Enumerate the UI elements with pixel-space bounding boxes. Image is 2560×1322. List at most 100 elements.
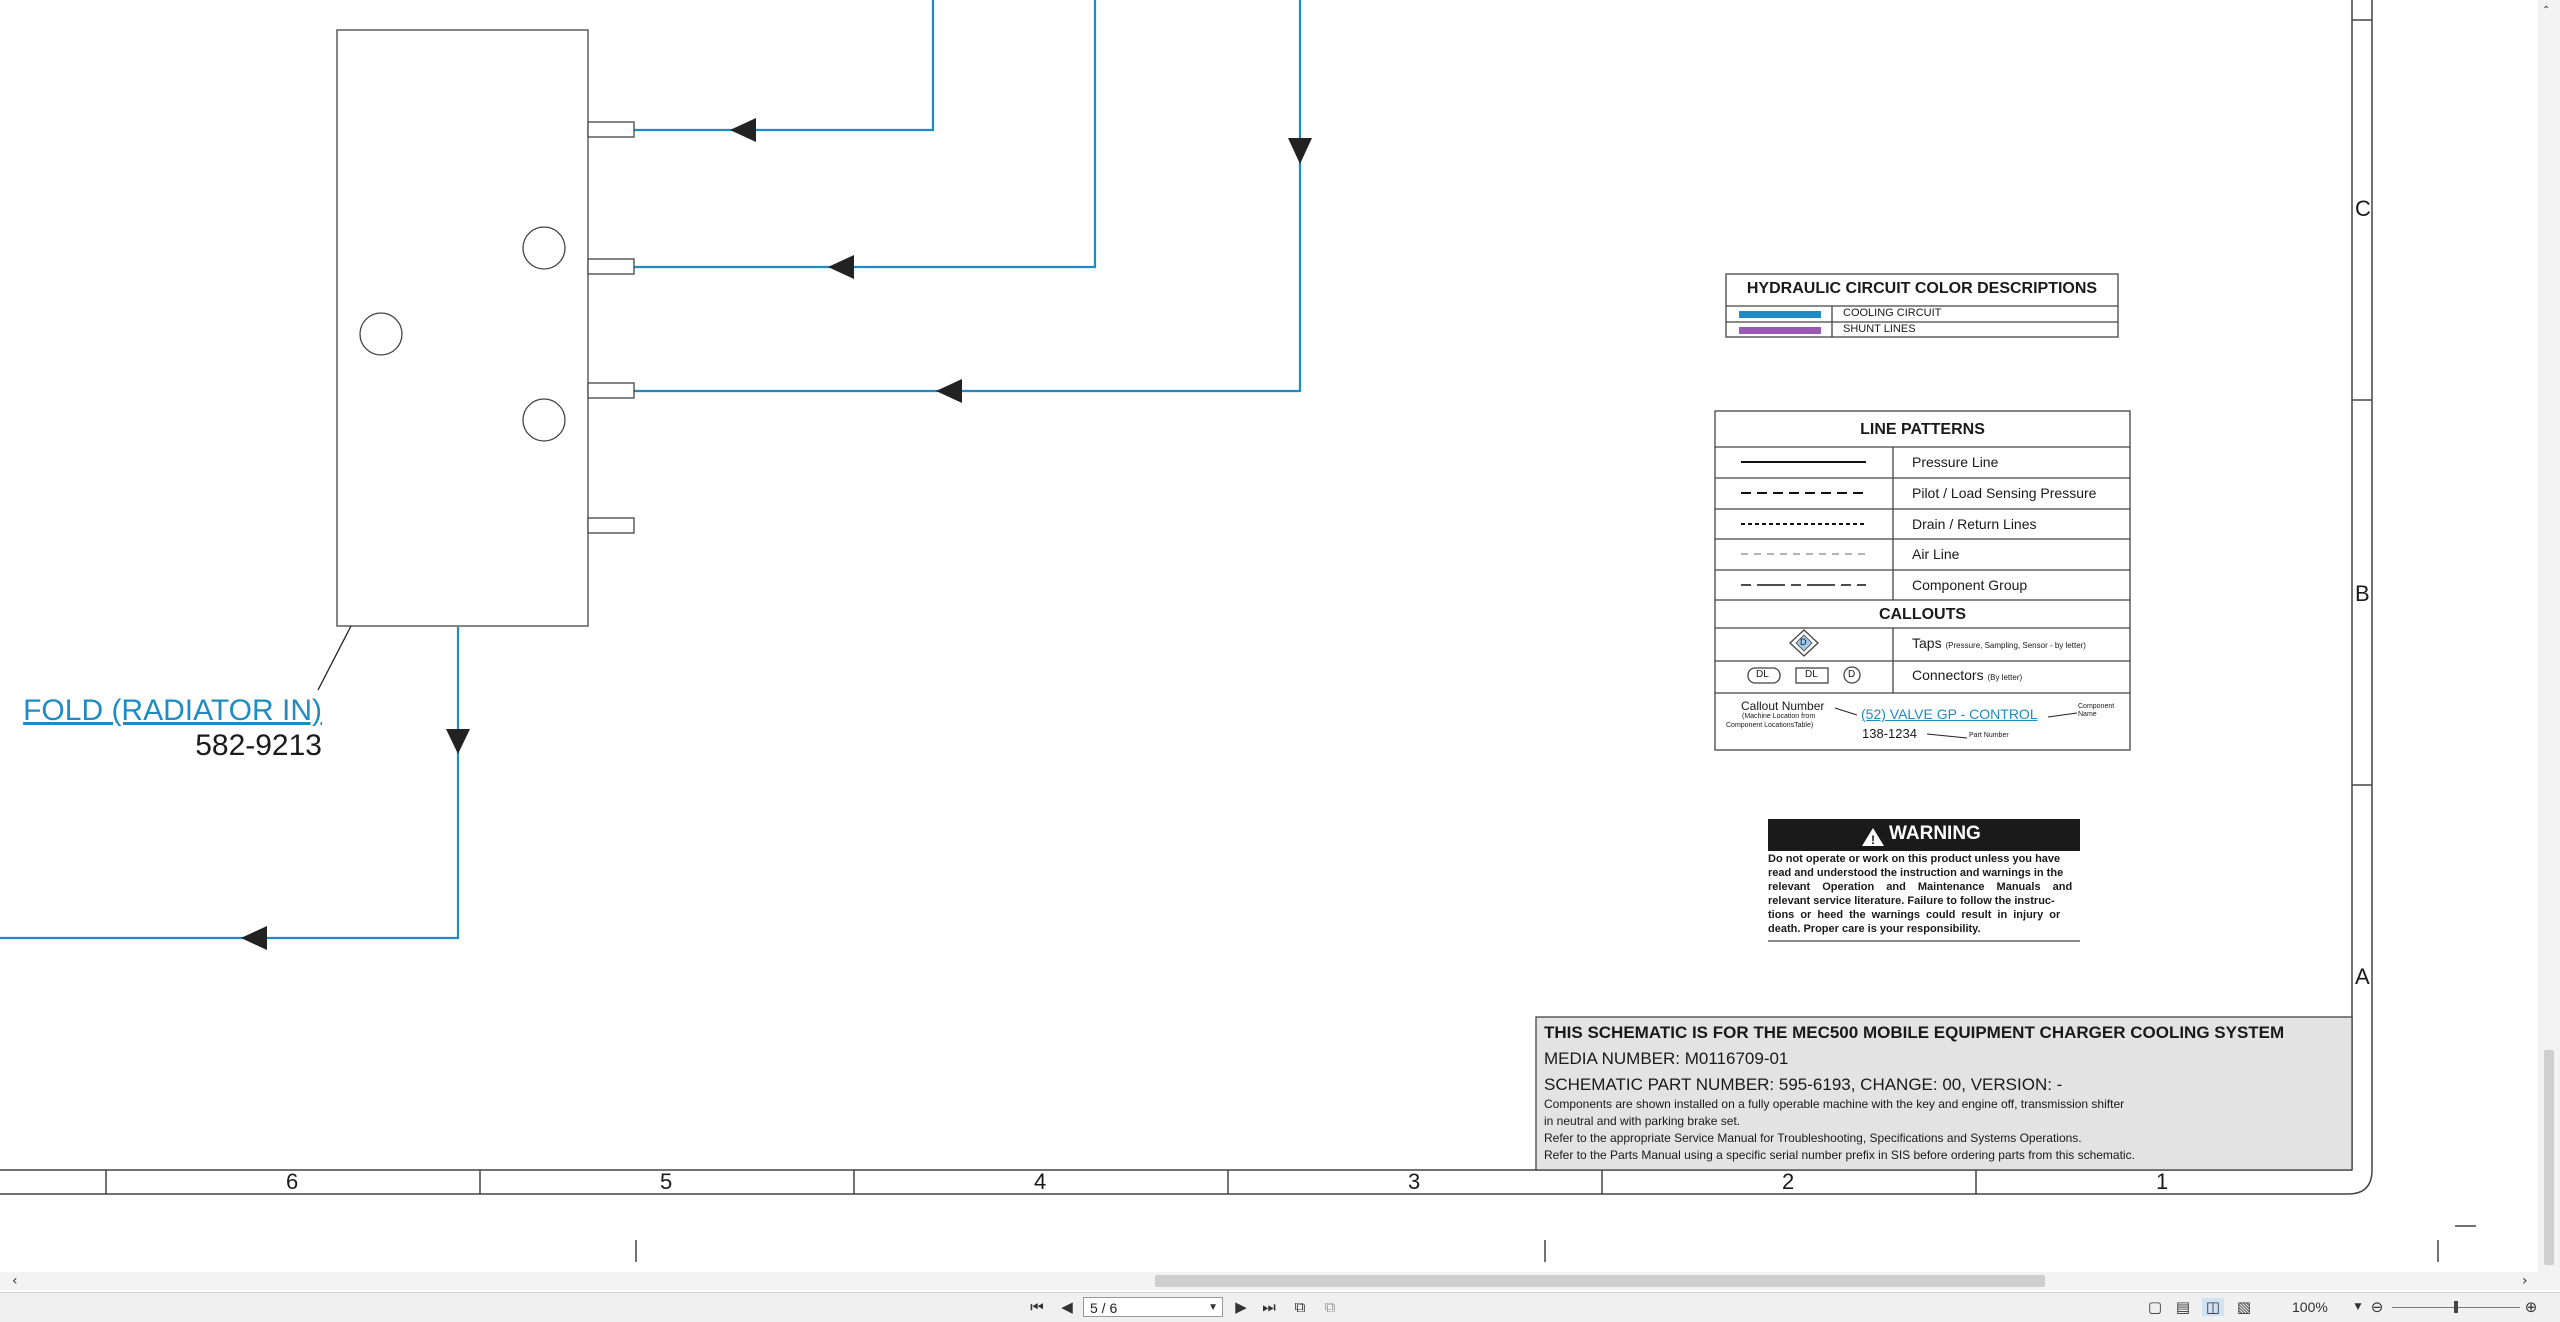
title-block-heading: THIS SCHEMATIC IS FOR THE MEC500 MOBILE …: [1544, 1023, 2285, 1042]
flow-arrow: [241, 926, 267, 950]
port: [587, 121, 635, 138]
port-circle: [522, 398, 566, 442]
callout-arrow: [2047, 712, 2078, 718]
callout-arrow: [1926, 733, 1968, 739]
connector-tag-label: DL: [1756, 669, 1769, 680]
warning-line: death. Proper care is your responsibilit…: [1768, 923, 1981, 935]
page-number-field[interactable]: 5 / 6 ▼: [1083, 1297, 1223, 1317]
callout-number-label: Callout Number: [1741, 699, 1825, 713]
taps-label: Taps (Pressure, Sampling, Sensor - by le…: [1912, 635, 2086, 651]
leader-line: [317, 625, 352, 691]
flow-arrow: [446, 729, 470, 754]
callout-number-note: (Machine Location from: [1742, 713, 1816, 720]
line-pattern-label: Pilot / Load Sensing Pressure: [1912, 485, 2097, 501]
example-callout-link[interactable]: (52) VALVE GP - CONTROL: [1861, 706, 2038, 722]
column-number: 2: [1782, 1169, 1795, 1194]
part-number-label: Part Number: [1969, 732, 2009, 739]
horizontal-scroll-thumb[interactable]: [1155, 1275, 2045, 1287]
previous-page-icon[interactable]: ◀: [1058, 1298, 1076, 1316]
component-part-number: 582-9213: [195, 729, 322, 762]
zoom-in-icon[interactable]: ⊕: [2522, 1298, 2540, 1316]
line-pattern-label: Air Line: [1912, 546, 1960, 562]
zone-letter-c: C: [2355, 196, 2371, 221]
taps-note: (Pressure, Sampling, Sensor - by letter): [1945, 641, 2086, 650]
tap-letter: D: [1800, 637, 1807, 647]
column-number: 1: [2156, 1169, 2169, 1194]
port: [587, 258, 635, 275]
zoom-level[interactable]: 100%: [2292, 1297, 2328, 1317]
zone-letter-b: B: [2355, 581, 2370, 606]
book-view-icon[interactable]: ▧: [2234, 1298, 2254, 1316]
zoom-out-icon[interactable]: ⊖: [2368, 1298, 2386, 1316]
cooling-line-3: [634, 0, 1302, 393]
color-legend-item: SHUNT LINES: [1843, 323, 1916, 335]
connectors-note: (By letter): [1987, 673, 2023, 682]
column-number: 3: [1408, 1169, 1421, 1194]
scroll-right-icon[interactable]: ›: [2522, 1272, 2528, 1290]
color-legend-title: HYDRAULIC CIRCUIT COLOR DESCRIPTIONS: [1746, 280, 2098, 297]
title-block-note: Components are shown installed on a full…: [1544, 1097, 2125, 1111]
line-pattern-label: Drain / Return Lines: [1912, 516, 2037, 532]
column-number: 5: [660, 1169, 673, 1194]
warning-line: read and understood the instruction and …: [1768, 867, 2064, 879]
scroll-up-icon[interactable]: ⌃: [2542, 2, 2550, 20]
viewer-status-bar: ⏮ ◀ 5 / 6 ▼ ▶ ⏭ ⧉ ⧉ ▢ ▤ ◫ ▧ 100% ▼ ⊖ ⊕: [0, 1292, 2560, 1322]
exit-fullscreen-icon[interactable]: ⧉: [1290, 1298, 1310, 1316]
vertical-scrollbar[interactable]: ⌃: [2538, 0, 2560, 1272]
vertical-scroll-thumb[interactable]: [2544, 1050, 2554, 1265]
warning-line: relevant Operation and Maintenance Manua…: [1768, 881, 2073, 893]
port-circle: [359, 312, 403, 356]
flow-arrow: [936, 379, 962, 403]
continuous-view-icon[interactable]: ▤: [2174, 1298, 2192, 1316]
zone-letter-a: A: [2355, 964, 2370, 989]
column-number: 4: [1034, 1169, 1047, 1194]
first-page-icon[interactable]: ⏮: [1028, 1298, 1046, 1316]
media-number: MEDIA NUMBER: M0116709-01: [1544, 1049, 1789, 1068]
page-indicator: 5 / 6: [1090, 1300, 1118, 1316]
component-callout[interactable]: FOLD (RADIATOR IN): [23, 694, 322, 728]
line-patterns-title: LINE PATTERNS: [1860, 421, 1985, 438]
next-page-icon[interactable]: ▶: [1232, 1298, 1250, 1316]
title-block-note: Refer to the appropriate Service Manual …: [1544, 1131, 2082, 1145]
cooling-line-1: [634, 0, 935, 132]
horizontal-scrollbar[interactable]: ‹ ›: [0, 1272, 2560, 1290]
connector-tag-label: DL: [1805, 669, 1818, 680]
warning-title: WARNING: [1889, 823, 1981, 844]
column-number: 6: [286, 1169, 299, 1194]
connectors-label: Connectors (By letter): [1912, 667, 2023, 683]
screen-view-icon[interactable]: ⧉: [1320, 1298, 1340, 1316]
component-name-label: Name: [2078, 711, 2097, 718]
connector-tag-label: D: [1848, 669, 1856, 680]
flow-arrow: [730, 118, 756, 142]
warning-line: relevant service literature. Failure to …: [1768, 895, 2055, 907]
component-name-label: Component: [2078, 703, 2115, 710]
line-pattern-label: Pressure Line: [1912, 454, 1999, 470]
warning-line: Do not operate or work on this product u…: [1768, 853, 2061, 865]
cooling-line-2: [634, 0, 1097, 269]
line-pattern-label: Component Group: [1912, 577, 2028, 593]
cooling-line-4: [0, 627, 460, 940]
callout-number-note: Component LocationsTable): [1726, 722, 1814, 729]
port: [587, 517, 635, 534]
chevron-down-icon[interactable]: ▼: [1208, 1298, 1218, 1318]
callouts-title: CALLOUTS: [1878, 606, 1967, 623]
last-page-icon[interactable]: ⏭: [1260, 1298, 1278, 1316]
port-circle: [522, 226, 566, 270]
zoom-slider-thumb[interactable]: [2454, 1301, 2458, 1313]
zoom-dropdown-icon[interactable]: ▼: [2352, 1298, 2364, 1316]
single-page-view-icon[interactable]: ▢: [2146, 1298, 2164, 1316]
cooling-circuit-lines: [0, 0, 1302, 940]
color-legend-item: COOLING CIRCUIT: [1843, 307, 1942, 319]
title-block-note: in neutral and with parking brake set.: [1544, 1114, 1741, 1128]
flow-arrow: [828, 255, 854, 279]
title-block-note: Refer to the Parts Manual using a specif…: [1544, 1148, 2135, 1162]
flow-arrow: [1288, 138, 1312, 164]
zoom-slider[interactable]: [2392, 1301, 2520, 1313]
manifold-block: [317, 29, 635, 691]
warning-line: tions or heed the warnings could result …: [1768, 909, 2061, 921]
scroll-left-icon[interactable]: ‹: [12, 1272, 18, 1290]
port: [587, 382, 635, 399]
example-part-number: 138-1234: [1862, 726, 1917, 741]
schematic-part-number: SCHEMATIC PART NUMBER: 595-6193, CHANGE:…: [1544, 1075, 2063, 1094]
two-page-view-icon[interactable]: ◫: [2202, 1298, 2224, 1316]
